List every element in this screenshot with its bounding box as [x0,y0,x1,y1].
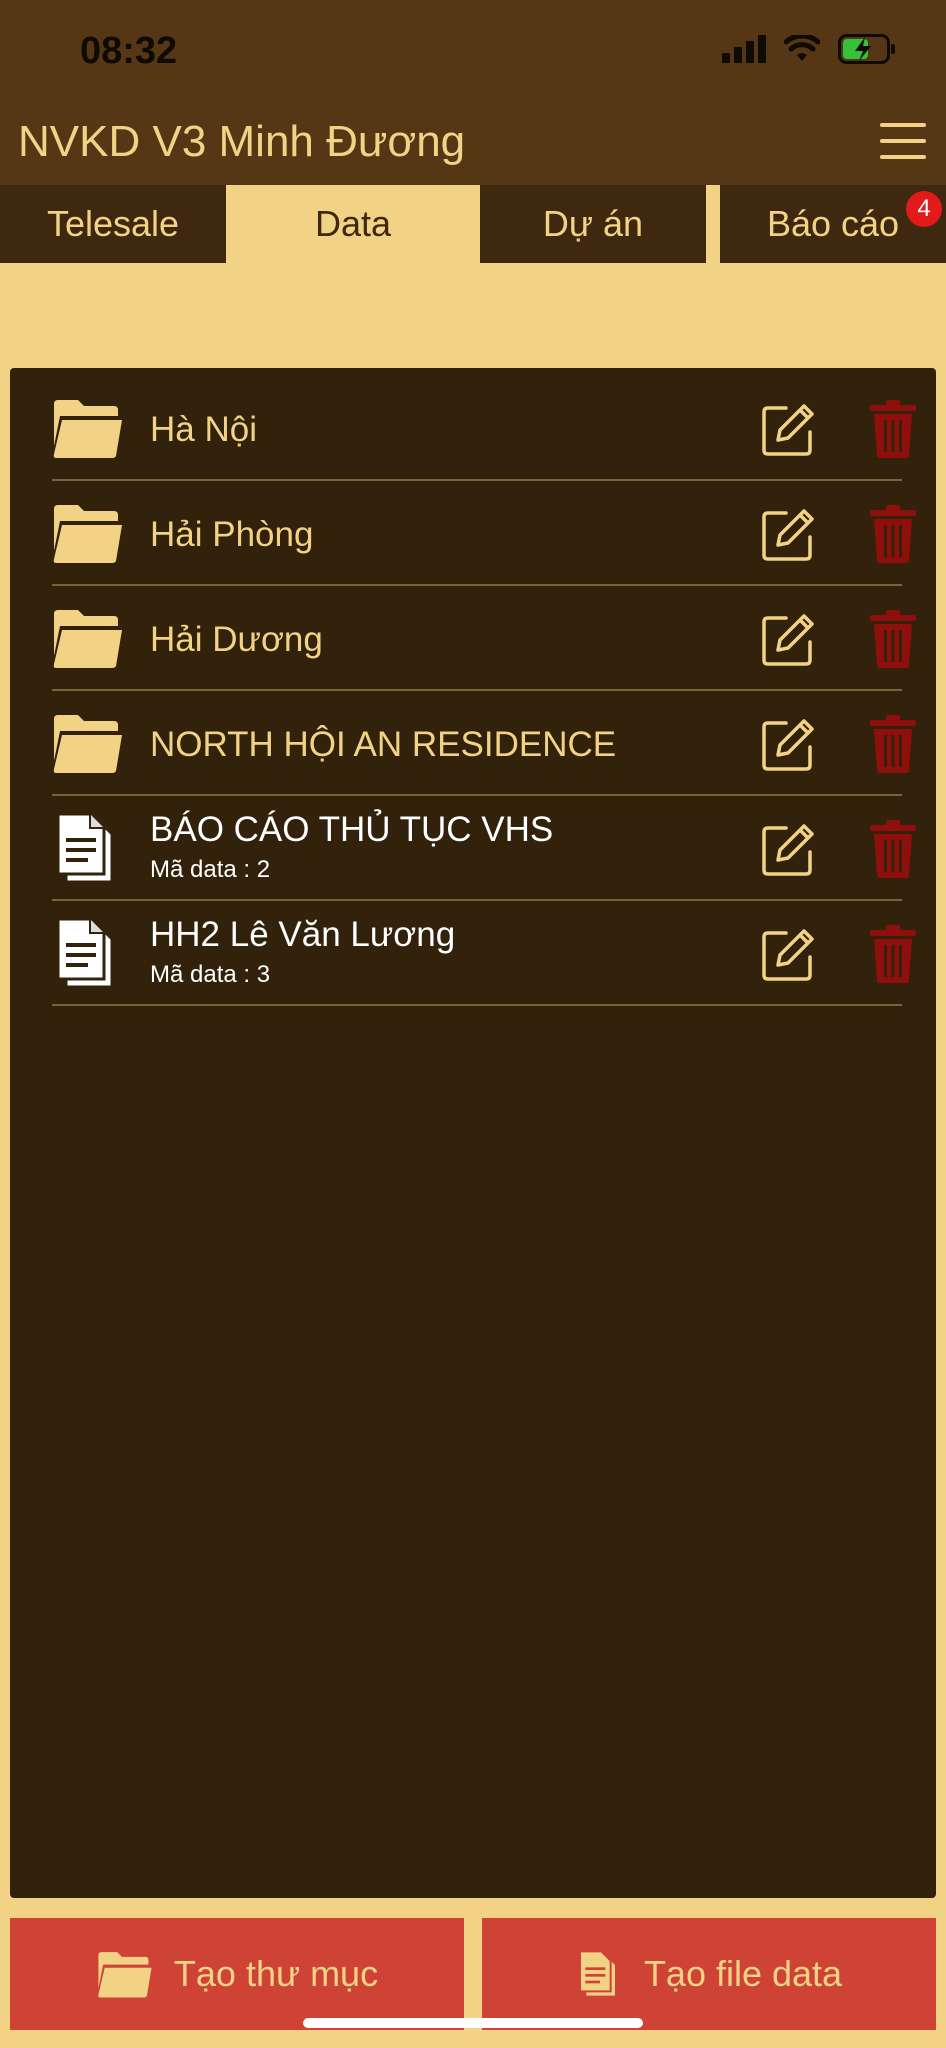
file-icon [578,1950,617,1998]
item-title: HH2 Lê Văn Lương [150,915,456,954]
folder-icon [53,505,122,563]
list-item-folder[interactable]: Hà Nội [52,376,916,481]
tab-data[interactable]: Data [240,185,466,263]
tab-label: Dự án [542,203,644,244]
edit-icon[interactable] [760,717,816,773]
create-folder-label: Tạo thư mục [173,1953,379,1994]
signal-icon [722,35,766,63]
edit-icon[interactable] [760,927,816,983]
item-title: BÁO CÁO THỦ TỤC VHS [150,810,554,849]
item-title: Hải Phòng [150,515,314,554]
tab-label: Báo cáo [766,203,900,244]
edit-icon[interactable] [760,822,816,878]
notification-badge: 4 [906,191,942,227]
trash-icon[interactable] [870,400,916,458]
item-title: Hải Dương [150,620,323,659]
file-icon [56,812,114,884]
folder-icon [53,400,122,458]
app-title: NVKD V3 Minh Đương [18,117,466,166]
item-subtitle: Mã data : 2 [150,856,271,883]
create-folder-button[interactable]: Tạo thư mục [10,1918,464,2030]
tab-bao-cao[interactable]: Báo cáo 4 [720,185,946,263]
trash-icon[interactable] [870,505,916,563]
item-subtitle: Mã data : 3 [150,961,271,988]
edit-icon[interactable] [760,402,816,458]
battery-icon [838,34,895,64]
hamburger-menu-icon[interactable] [880,123,926,163]
trash-icon[interactable] [870,610,916,668]
tab-label: Data [314,203,392,244]
edit-icon[interactable] [760,507,816,563]
list-item-file[interactable]: HH2 Lê Văn Lương Mã data : 3 [52,901,916,1006]
trash-icon[interactable] [870,925,916,983]
folder-icon [53,610,122,668]
list-item-file[interactable]: BÁO CÁO THỦ TỤC VHS Mã data : 2 [52,796,916,901]
folder-icon [98,1952,152,1998]
tab-bar: Telesale Data Dự án Báo cáo 4 [0,185,946,263]
status-time: 08:32 [80,30,178,72]
folder-icon [53,715,122,773]
data-list-panel: Hà Nội Hải Phòng Hải Dương NORTH HỘI AN … [10,368,936,1898]
tab-label: Telesale [46,203,180,244]
create-file-button[interactable]: Tạo file data [482,1918,936,2030]
wifi-icon [784,35,820,61]
trash-icon[interactable] [870,715,916,773]
list-item-folder[interactable]: NORTH HỘI AN RESIDENCE [52,691,916,796]
edit-icon[interactable] [760,612,816,668]
home-indicator [303,2018,643,2028]
status-icons [722,34,896,64]
list-item-folder[interactable]: Hải Phòng [52,481,916,586]
create-file-label: Tạo file data [643,1953,843,1994]
item-title: Hà Nội [150,410,257,449]
item-title: NORTH HỘI AN RESIDENCE [150,725,617,764]
file-icon [56,917,114,989]
app-header: NVKD V3 Minh Đương [0,105,946,185]
tab-telesale[interactable]: Telesale [0,185,226,263]
tab-du-an[interactable]: Dự án [480,185,706,263]
status-bar: 08:32 [0,0,946,105]
trash-icon[interactable] [870,820,916,878]
list-item-folder[interactable]: Hải Dương [52,586,916,691]
